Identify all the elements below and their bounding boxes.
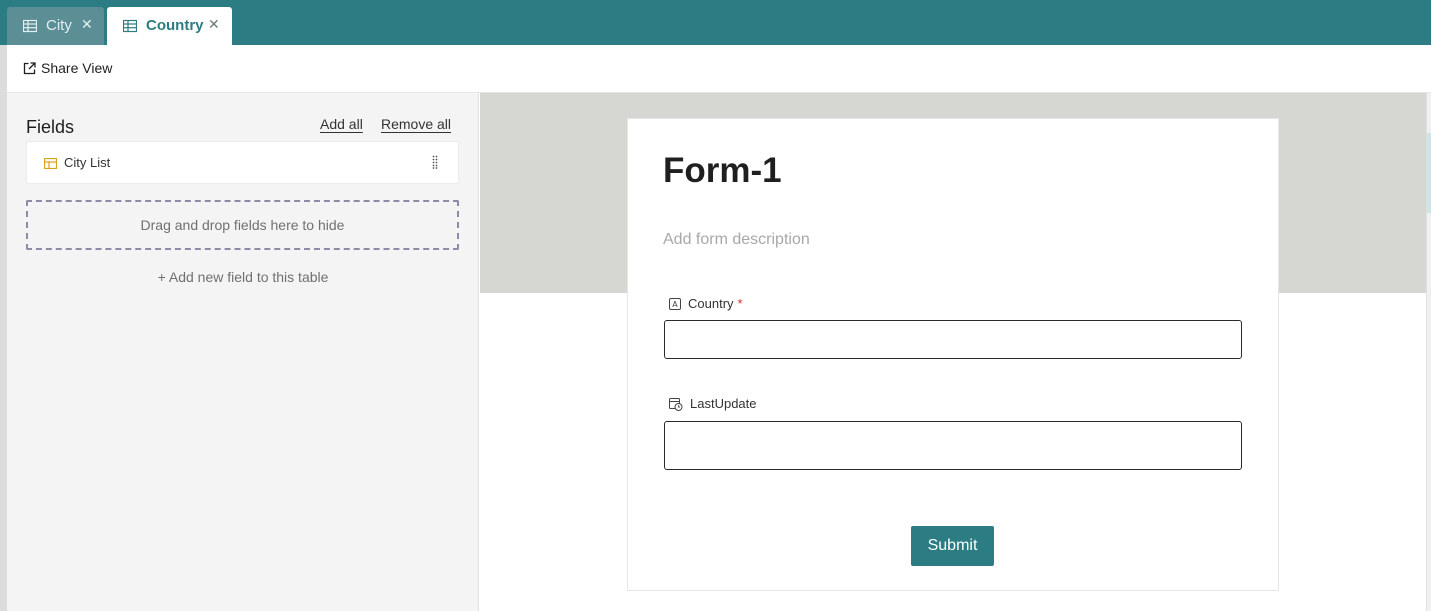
- field-label: City List: [64, 155, 111, 170]
- scrollbar-thumb[interactable]: [1427, 133, 1431, 213]
- country-input[interactable]: [664, 320, 1242, 359]
- form-title[interactable]: Form-1: [663, 151, 782, 191]
- link-table-icon: [43, 156, 58, 174]
- app-root: City ✕ Country ✕ Share View Fields Add a…: [0, 0, 1431, 611]
- svg-text:A: A: [672, 300, 678, 309]
- form-card: Form-1 Add form description A Country * …: [627, 118, 1279, 591]
- field-label-lastupdate: LastUpdate: [669, 396, 757, 411]
- required-marker: *: [737, 296, 743, 311]
- hide-fields-dropzone[interactable]: Drag and drop fields here to hide: [26, 200, 459, 250]
- datetime-icon: [669, 397, 683, 411]
- view-toolbar: Share View: [7, 45, 1431, 93]
- form-description-input[interactable]: Add form description: [663, 231, 810, 249]
- share-view-label: Share View: [41, 60, 113, 76]
- fields-title: Fields: [26, 117, 75, 137]
- close-icon[interactable]: ✕: [81, 16, 93, 33]
- form-canvas: Form-1 Add form description A Country * …: [480, 93, 1426, 611]
- tab-country[interactable]: Country ✕: [107, 7, 232, 45]
- hidden-field-item[interactable]: City List: [26, 141, 459, 184]
- table-icon: [22, 19, 38, 33]
- add-field-link[interactable]: + Add new field to this table: [7, 269, 479, 285]
- submit-button[interactable]: Submit: [911, 526, 994, 566]
- tab-city[interactable]: City ✕: [7, 7, 104, 45]
- drag-handle-icon[interactable]: [432, 155, 438, 169]
- table-icon: [122, 19, 138, 33]
- remove-all-link[interactable]: Remove all: [381, 116, 451, 132]
- text-field-icon: A: [669, 297, 681, 310]
- add-all-link[interactable]: Add all: [320, 116, 363, 132]
- left-edge: [0, 45, 7, 611]
- share-icon: [23, 61, 36, 74]
- country-label: Country: [688, 296, 734, 311]
- tab-bar: City ✕ Country ✕: [0, 0, 1431, 45]
- field-label-country: A Country *: [669, 296, 743, 311]
- tab-label: City: [46, 17, 72, 34]
- lastupdate-label: LastUpdate: [690, 396, 757, 411]
- close-icon[interactable]: ✕: [208, 16, 220, 33]
- share-view-button[interactable]: Share View: [23, 60, 112, 76]
- right-scrollbar[interactable]: [1426, 93, 1431, 611]
- lastupdate-input[interactable]: [664, 421, 1242, 470]
- tab-label: Country: [146, 17, 204, 34]
- fields-sidebar: Fields Add all Remove all City List Drag…: [7, 93, 479, 611]
